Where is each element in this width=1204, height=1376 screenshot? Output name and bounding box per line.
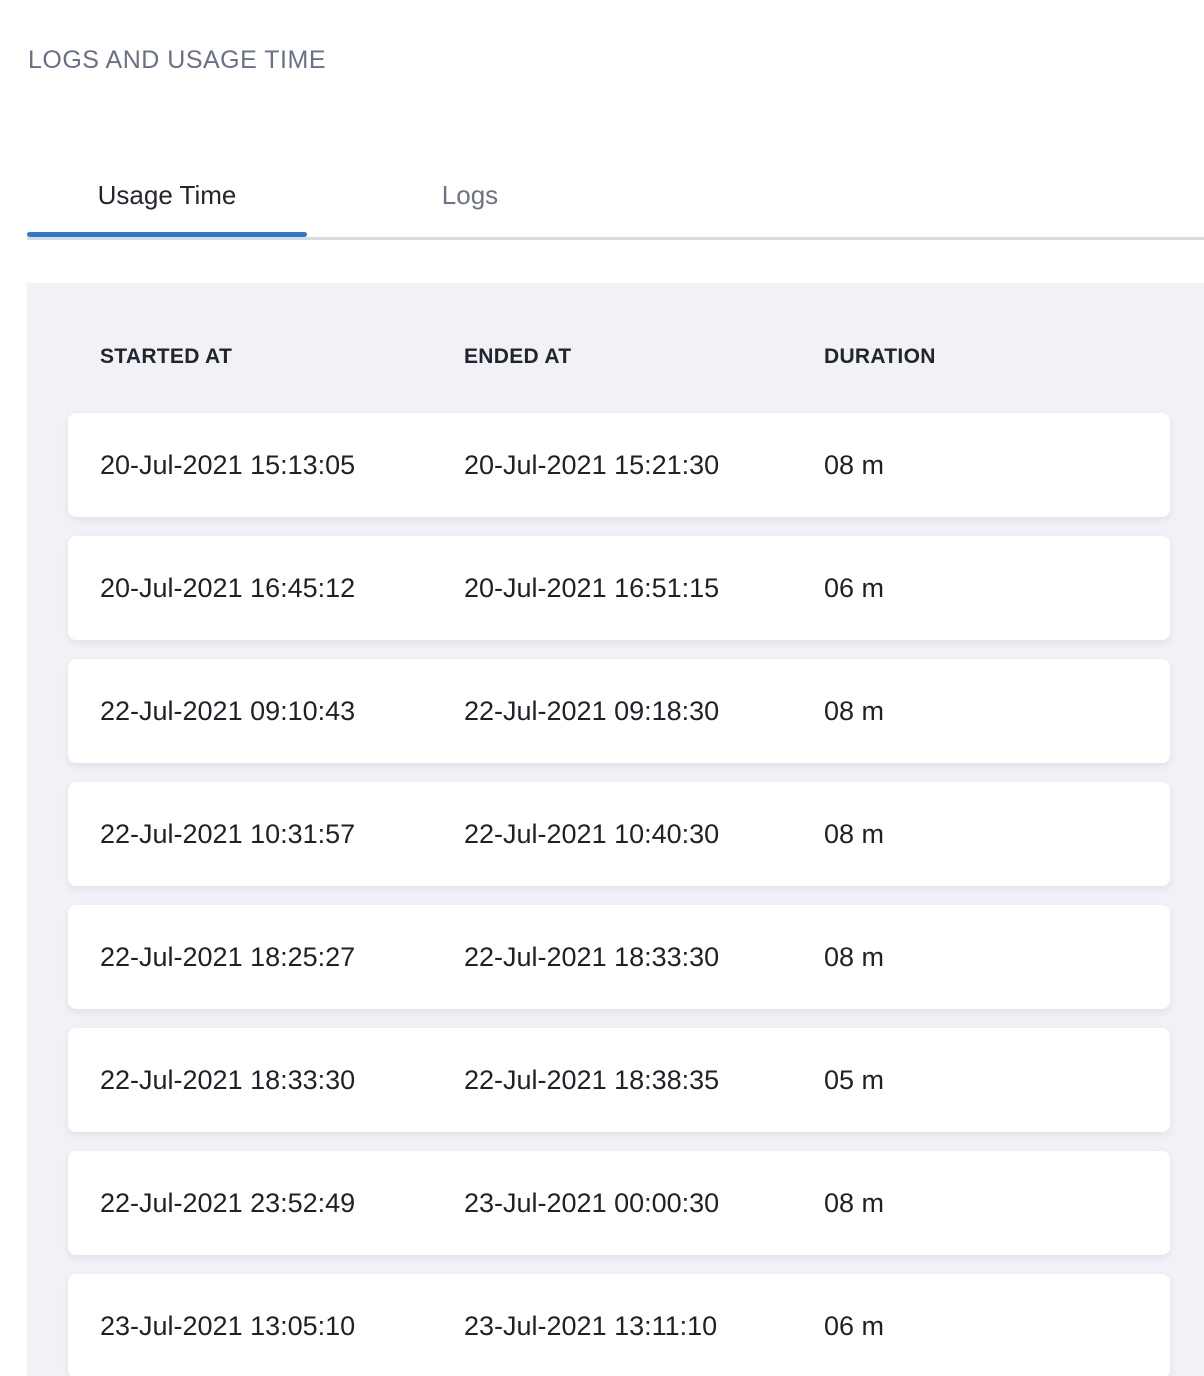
table-header-row: STARTED AT ENDED AT DURATION [68,345,1170,369]
table-row: 23-Jul-2021 13:05:10 23-Jul-2021 13:11:1… [68,1274,1170,1376]
usage-table-body: 20-Jul-2021 15:13:05 20-Jul-2021 15:21:3… [68,413,1170,1376]
usage-time-panel: STARTED AT ENDED AT DURATION 20-Jul-2021… [27,283,1204,1376]
cell-duration: 08 m [824,1188,1170,1219]
cell-started-at: 20-Jul-2021 15:13:05 [100,450,464,481]
cell-duration: 08 m [824,450,1170,481]
cell-ended-at: 23-Jul-2021 13:11:10 [464,1311,824,1342]
table-row: 22-Jul-2021 18:33:30 22-Jul-2021 18:38:3… [68,1028,1170,1132]
cell-duration: 08 m [824,942,1170,973]
cell-duration: 06 m [824,573,1170,604]
cell-ended-at: 22-Jul-2021 09:18:30 [464,696,824,727]
tab-divider [27,237,1204,240]
cell-started-at: 20-Jul-2021 16:45:12 [100,573,464,604]
table-row: 22-Jul-2021 09:10:43 22-Jul-2021 09:18:3… [68,659,1170,763]
column-header-duration: DURATION [824,345,1170,369]
cell-ended-at: 23-Jul-2021 00:00:30 [464,1188,824,1219]
column-header-started-at: STARTED AT [100,345,464,369]
table-row: 22-Jul-2021 18:25:27 22-Jul-2021 18:33:3… [68,905,1170,1009]
cell-duration: 06 m [824,1311,1170,1342]
table-row: 20-Jul-2021 16:45:12 20-Jul-2021 16:51:1… [68,536,1170,640]
table-row: 22-Jul-2021 23:52:49 23-Jul-2021 00:00:3… [68,1151,1170,1255]
cell-started-at: 22-Jul-2021 18:33:30 [100,1065,464,1096]
cell-duration: 08 m [824,819,1170,850]
table-row: 20-Jul-2021 15:13:05 20-Jul-2021 15:21:3… [68,413,1170,517]
page-title: LOGS AND USAGE TIME [28,46,326,75]
cell-ended-at: 22-Jul-2021 18:33:30 [464,942,824,973]
cell-ended-at: 20-Jul-2021 15:21:30 [464,450,824,481]
tab-usage-time[interactable]: Usage Time [27,166,307,224]
tab-logs[interactable]: Logs [307,166,633,224]
table-row: 22-Jul-2021 10:31:57 22-Jul-2021 10:40:3… [68,782,1170,886]
cell-duration: 08 m [824,696,1170,727]
cell-started-at: 22-Jul-2021 09:10:43 [100,696,464,727]
active-tab-indicator [27,232,307,237]
cell-started-at: 23-Jul-2021 13:05:10 [100,1311,464,1342]
column-header-ended-at: ENDED AT [464,345,824,369]
cell-started-at: 22-Jul-2021 23:52:49 [100,1188,464,1219]
cell-ended-at: 20-Jul-2021 16:51:15 [464,573,824,604]
cell-duration: 05 m [824,1065,1170,1096]
cell-ended-at: 22-Jul-2021 10:40:30 [464,819,824,850]
cell-started-at: 22-Jul-2021 18:25:27 [100,942,464,973]
cell-ended-at: 22-Jul-2021 18:38:35 [464,1065,824,1096]
cell-started-at: 22-Jul-2021 10:31:57 [100,819,464,850]
tab-bar: Usage Time Logs [27,166,633,224]
